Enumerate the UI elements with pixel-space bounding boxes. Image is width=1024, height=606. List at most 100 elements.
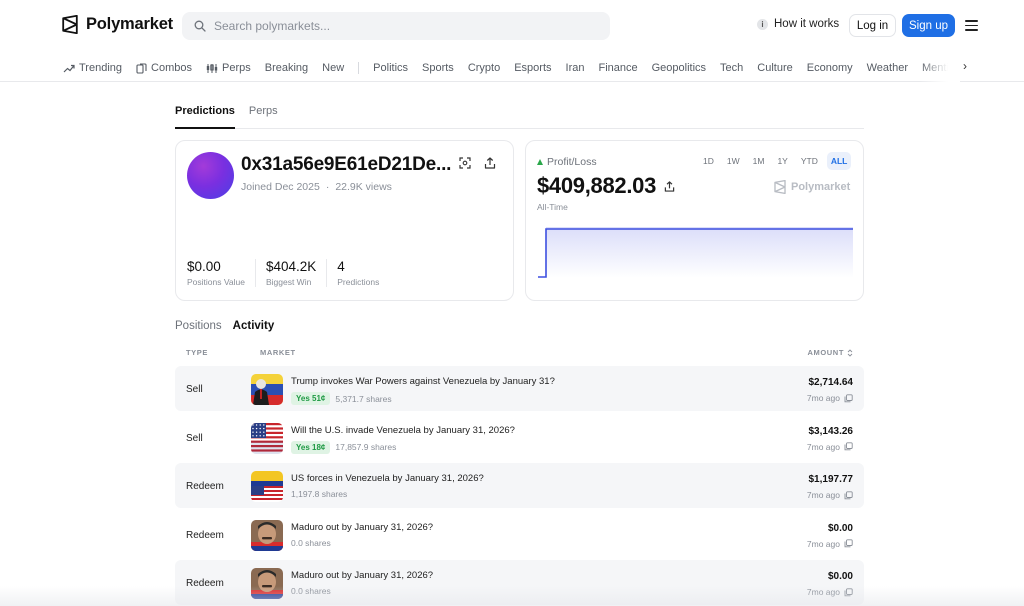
market-thumbnail[interactable] — [251, 471, 283, 502]
nav-item-label: Combos — [151, 62, 192, 74]
nav-item-perps[interactable]: Perps — [206, 62, 251, 74]
stat-value: 4 — [337, 259, 345, 274]
range-1w[interactable]: 1W — [723, 152, 744, 170]
market-thumbnail[interactable] — [251, 422, 283, 454]
row-time-label: 7mo ago — [806, 490, 840, 500]
how-it-works-link[interactable]: i How it works — [757, 18, 839, 30]
nav-item-label: Politics — [373, 62, 409, 74]
view-count: 22.9K views — [335, 181, 392, 193]
column-type: TYPE — [186, 348, 208, 357]
nav-item-label: Breaking — [264, 62, 309, 74]
market-title[interactable]: Will the U.S. invade Venezuela by Januar… — [291, 425, 515, 436]
external-link-icon[interactable] — [844, 490, 853, 500]
share-icon[interactable] — [664, 180, 675, 192]
share-icon[interactable] — [484, 157, 496, 169]
external-link-icon[interactable] — [844, 539, 853, 548]
row-time-label: 7mo ago — [806, 538, 840, 549]
market-title[interactable]: Maduro out by January 31, 2026? — [291, 522, 433, 533]
row-type: Sell — [186, 384, 203, 395]
nav-item-tech[interactable]: Tech — [720, 62, 743, 74]
stat-label: Biggest Win — [265, 277, 312, 287]
nav-item-culture[interactable]: Culture — [757, 62, 792, 74]
share-count: 0.0 shares — [291, 537, 331, 548]
nav-item-sports[interactable]: Sports — [422, 62, 454, 74]
stat-label: Positions Value — [187, 277, 245, 287]
trending-icon — [63, 64, 75, 73]
nav-item-weather[interactable]: Weather — [867, 62, 908, 74]
pnl-watermark: Polymarket — [774, 180, 850, 194]
stat-biggest-win: $404.2K Biggest Win — [265, 259, 328, 287]
table-row[interactable]: Redeem Maduro out by January 31, 2026? 0.0… — [175, 512, 864, 557]
brand-logo[interactable]: Polymarket — [62, 15, 173, 34]
range-1y[interactable]: 1Y — [773, 152, 791, 170]
nav-separator — [358, 62, 360, 74]
outcome-badge: Yes 18¢ — [291, 440, 331, 454]
hamburger-menu-icon[interactable] — [965, 20, 978, 31]
nav-item-new[interactable]: New — [322, 62, 344, 74]
search-icon — [194, 20, 206, 32]
range-all[interactable]: ALL — [826, 152, 852, 170]
profit-loss-card: Profit/Loss 1D 1W 1M 1Y YTD ALL $409,882.03 P… — [525, 140, 864, 301]
row-amount: $3,143.26 — [808, 425, 854, 437]
nav-item-label: Weather — [866, 62, 908, 74]
polymarket-logo-icon — [774, 180, 786, 194]
nav-scroll-right-icon[interactable]: › — [963, 59, 967, 73]
nav-item-politics[interactable]: Politics — [373, 62, 408, 74]
info-icon: i — [757, 18, 768, 30]
tab-positions[interactable]: Positions — [175, 320, 222, 332]
range-1m[interactable]: 1M — [749, 152, 769, 170]
scan-icon[interactable] — [459, 157, 471, 169]
nav-item-economy[interactable]: Economy — [807, 62, 853, 74]
nav-item-combos[interactable]: Combos — [136, 62, 192, 74]
range-1d[interactable]: 1D — [699, 152, 718, 170]
row-time: 7mo ago — [807, 539, 853, 549]
search-bar[interactable] — [182, 12, 610, 40]
nav-item-esports[interactable]: Esports — [514, 62, 551, 74]
pnl-title-label: Profit/Loss — [547, 156, 597, 168]
pnl-amount: $409,882.03 — [537, 173, 657, 198]
tab-activity[interactable]: Activity — [233, 320, 275, 332]
nav-item-label: New — [322, 62, 345, 74]
triangle-up-icon — [537, 159, 543, 165]
external-link-icon[interactable] — [844, 393, 853, 403]
login-button[interactable]: Log in — [849, 14, 896, 37]
column-amount[interactable]: AMOUNT — [807, 348, 853, 357]
market-subline: Yes 51¢ 5,371.7 shares — [291, 392, 392, 405]
activity-tabs: Positions Activity — [175, 320, 274, 332]
nav-item-geopolitics[interactable]: Geopolitics — [652, 62, 706, 74]
nav-item-label: Perps — [221, 62, 251, 74]
row-amount: $2,714.64 — [808, 377, 854, 388]
nav-item-trending[interactable]: Trending — [63, 62, 122, 74]
share-count: 1,197.8 shares — [291, 489, 348, 499]
market-thumbnail[interactable] — [251, 374, 283, 405]
nav-item-label: Tech — [720, 62, 744, 74]
nav-item-finance[interactable]: Finance — [598, 62, 637, 74]
search-input[interactable] — [214, 19, 594, 33]
market-title[interactable]: Maduro out by January 31, 2026? — [291, 570, 433, 581]
perps-icon — [206, 63, 218, 74]
market-title[interactable]: Trump invokes War Powers against Venezue… — [291, 376, 555, 387]
top-header: Polymarket i How it works Log in Sign up — [0, 0, 1024, 52]
table-row[interactable]: Sell Trump invokes War Powers against Ven… — [175, 366, 864, 411]
brand-name: Polymarket — [86, 15, 173, 33]
nav-item-iran[interactable]: Iran — [566, 62, 585, 74]
time-range-selector: 1D 1W 1M 1Y YTD ALL — [699, 152, 852, 170]
profile-stats: $0.00 Positions Value $404.2K Biggest Wi… — [187, 259, 399, 287]
external-link-icon[interactable] — [844, 442, 853, 451]
market-thumbnail[interactable] — [251, 519, 283, 551]
signup-button[interactable]: Sign up — [902, 14, 955, 37]
pnl-chart — [538, 227, 853, 278]
table-row[interactable]: Redeem US forces in Venezuela by January … — [175, 463, 864, 508]
range-ytd[interactable]: YTD — [797, 152, 822, 170]
row-amount: $0.00 — [827, 571, 853, 582]
tab-perps[interactable]: Perps — [249, 104, 278, 129]
nav-item-crypto[interactable]: Crypto — [468, 62, 500, 74]
tab-predictions[interactable]: Predictions — [175, 104, 235, 129]
market-subline: 0.0 shares — [291, 538, 331, 548]
profile-tabs: Predictions Perps — [175, 104, 864, 129]
table-row[interactable]: Sell Will the U.S. invade Venezuela by Ja… — [175, 415, 864, 460]
market-subline: 1,197.8 shares — [291, 489, 347, 499]
joined-date: Joined Dec 2025 — [241, 181, 320, 193]
market-title[interactable]: US forces in Venezuela by January 31, 20… — [291, 473, 484, 484]
nav-item-breaking[interactable]: Breaking — [265, 62, 308, 74]
